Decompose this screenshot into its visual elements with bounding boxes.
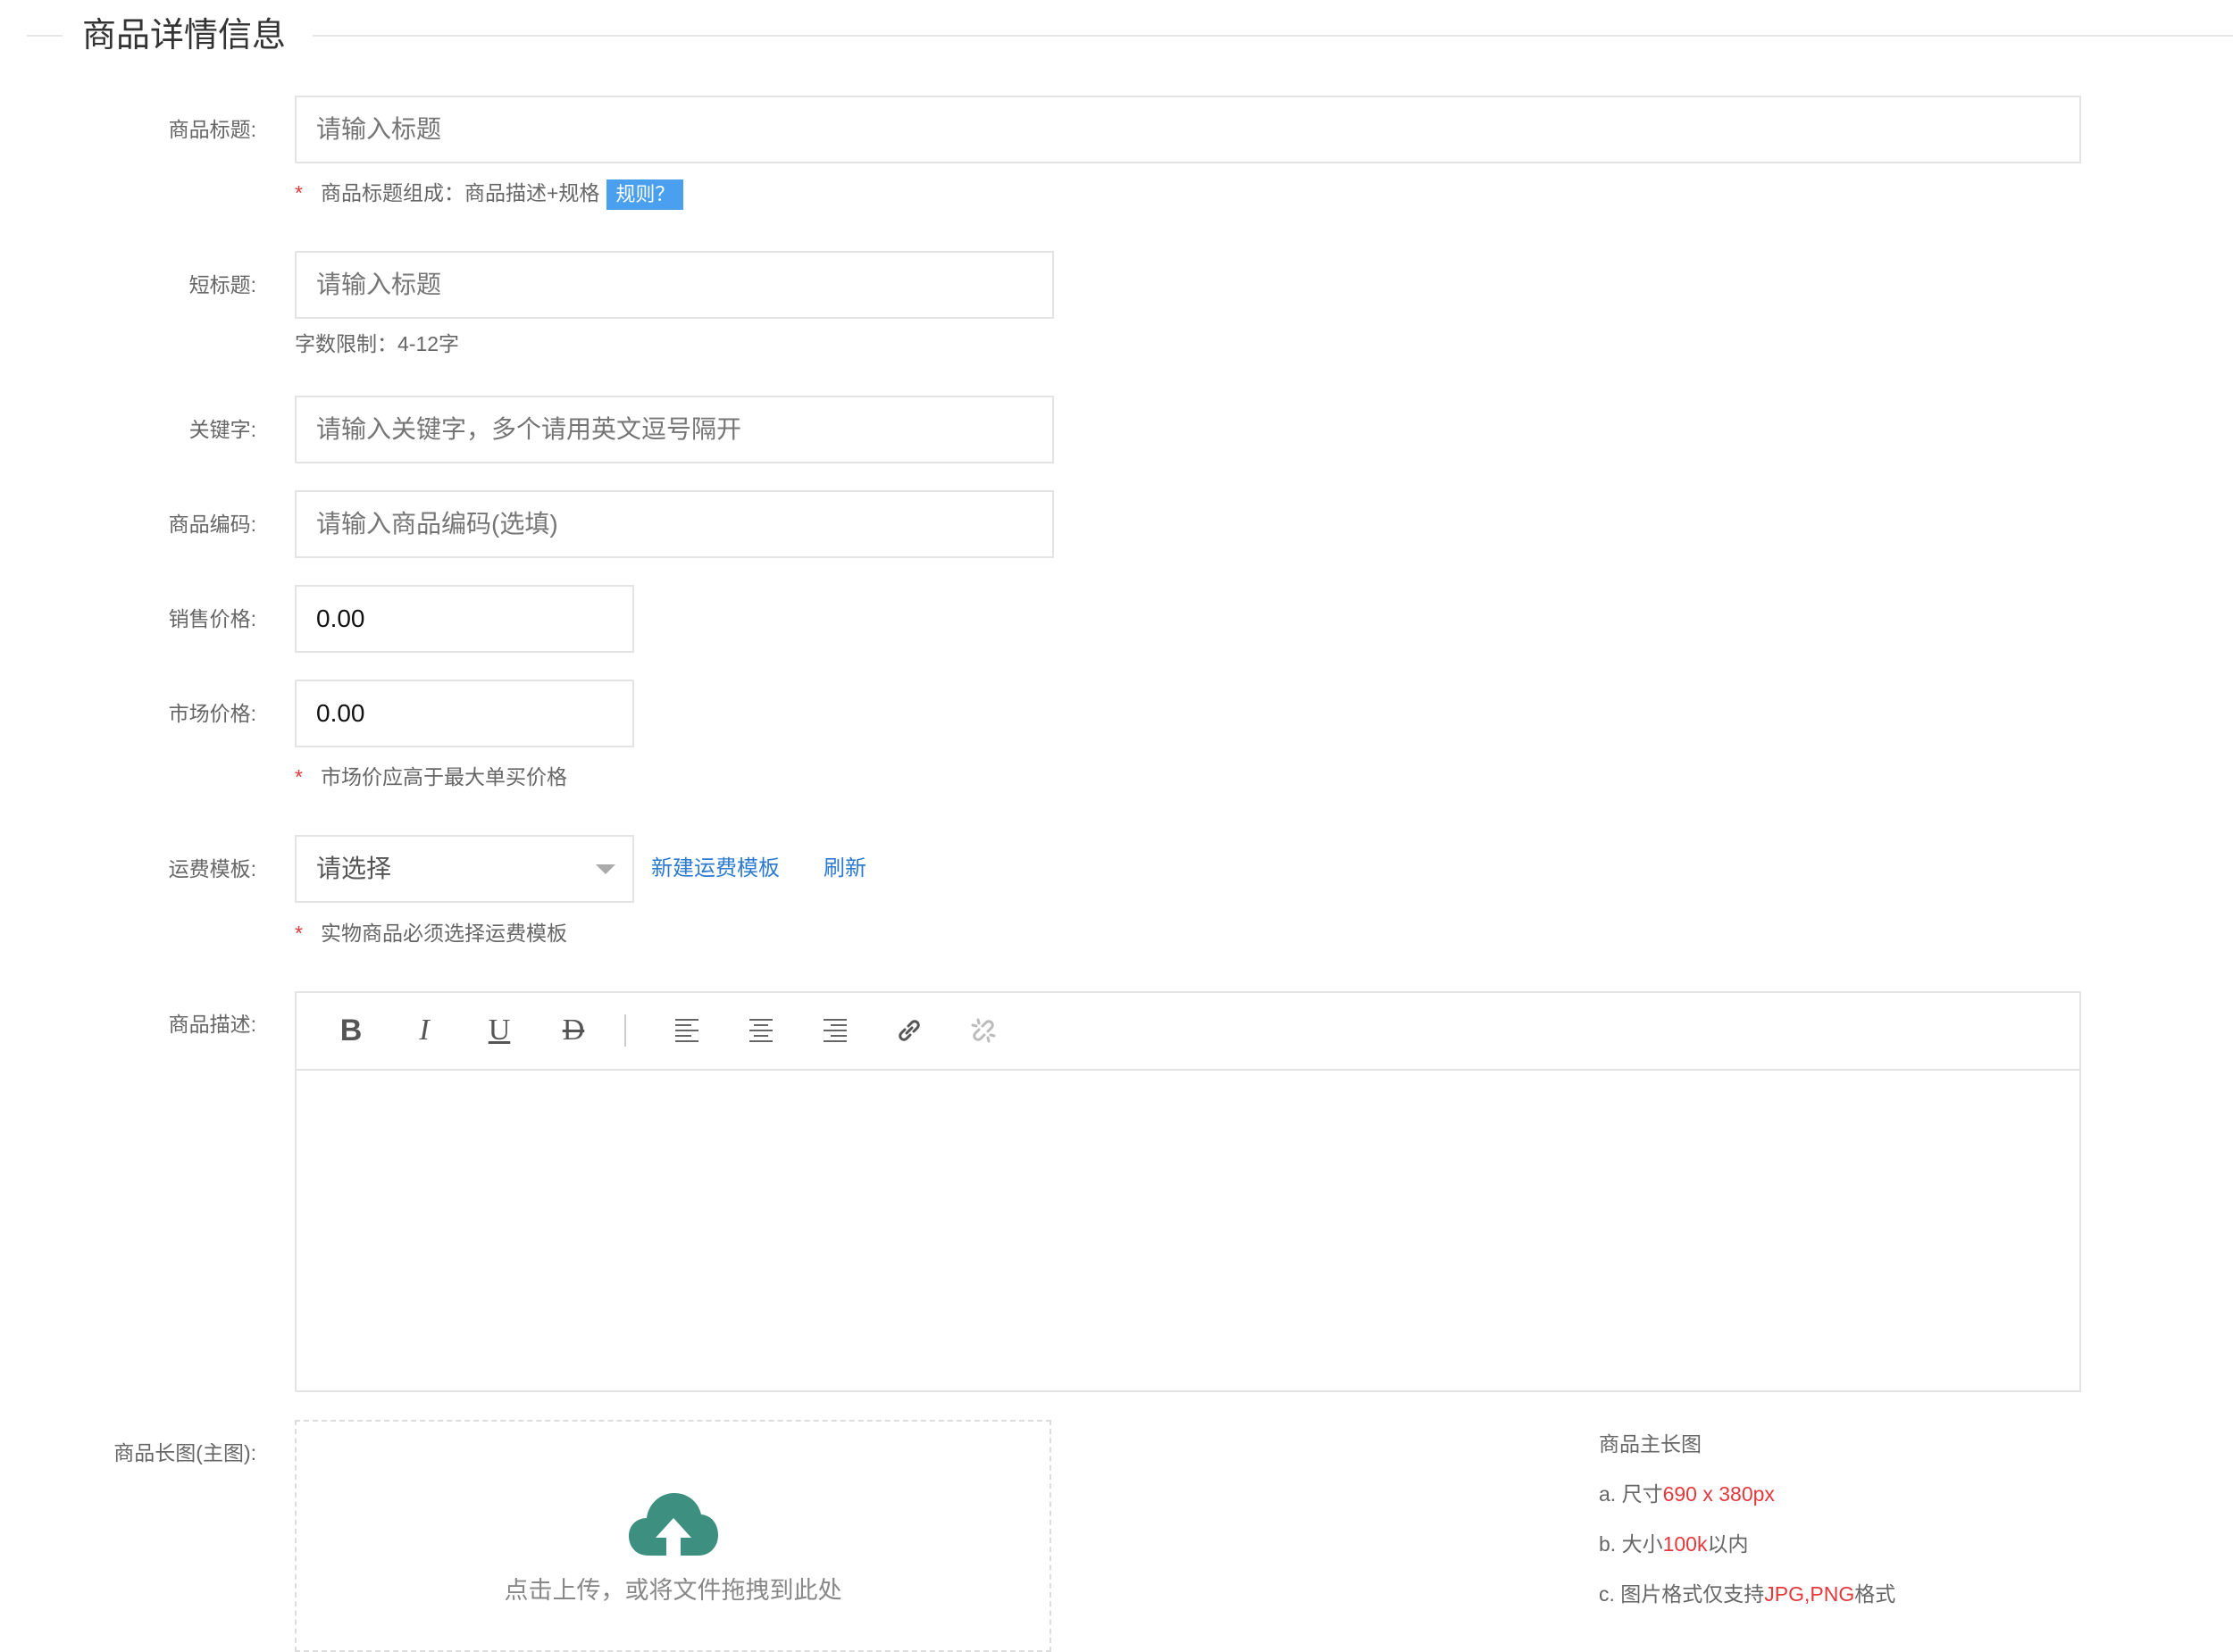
tip-a-prefix: a. 尺寸 — [1599, 1482, 1663, 1506]
tip-b-value: 100k — [1662, 1532, 1708, 1556]
align-center-icon[interactable] — [739, 1011, 783, 1050]
shipping-label: 运费模板: — [168, 857, 256, 880]
section-divider-right — [313, 35, 2233, 37]
title-input[interactable] — [295, 96, 2081, 163]
sale-price-input[interactable] — [295, 585, 634, 653]
shipping-select[interactable]: 请选择 — [295, 835, 634, 903]
shipping-selected-value: 请选择 — [316, 855, 392, 882]
underline-icon[interactable]: U — [477, 1011, 522, 1050]
title-label: 商品标题: — [168, 118, 256, 141]
image-upload-dropzone[interactable]: 点击上传，或将文件拖拽到此处 — [295, 1420, 1051, 1652]
upload-instruction: 点击上传，或将文件拖拽到此处 — [504, 1577, 842, 1604]
toolbar-separator — [624, 1014, 626, 1047]
strikethrough-icon[interactable]: D — [551, 1011, 596, 1050]
short-title-hint: 字数限制：4-12字 — [295, 332, 460, 355]
rule-button[interactable]: 规则？ — [606, 179, 684, 210]
italic-icon[interactable]: I — [402, 1011, 447, 1050]
tip-c-suffix: 格式 — [1854, 1582, 1896, 1606]
title-hint-text: 商品标题组成：商品描述+规格 — [320, 181, 600, 205]
rich-text-editor: B I U D — [295, 991, 2081, 1392]
image-tip-filesize: b. 大小100k以内 — [1599, 1531, 1748, 1557]
title-hint: * 商品标题组成：商品描述+规格 规则？ — [295, 179, 684, 210]
short-title-input[interactable] — [295, 251, 1054, 319]
image-tips-title: 商品主长图 — [1599, 1432, 1702, 1456]
image-tip-size: a. 尺寸690 x 380px — [1599, 1481, 1775, 1507]
code-label: 商品编码: — [168, 513, 256, 536]
code-input[interactable] — [295, 490, 1054, 558]
required-star: * — [295, 922, 303, 945]
tip-c-value: JPG,PNG — [1764, 1582, 1855, 1606]
market-price-hint-text: 市场价应高于最大单买价格 — [320, 765, 567, 788]
description-label: 商品描述: — [168, 1013, 256, 1036]
keywords-label: 关键字: — [188, 418, 256, 441]
keywords-input[interactable] — [295, 396, 1054, 463]
refresh-link[interactable]: 刷新 — [824, 855, 866, 882]
image-tip-format: c. 图片格式仅支持JPG,PNG格式 — [1599, 1581, 1895, 1607]
tip-c-prefix: c. 图片格式仅支持 — [1599, 1582, 1765, 1606]
tip-a-value: 690 x 380px — [1662, 1482, 1775, 1506]
editor-toolbar: B I U D — [297, 993, 2079, 1071]
shipping-hint: * 实物商品必须选择运费模板 — [295, 920, 567, 947]
chevron-down-icon — [596, 864, 615, 874]
bold-icon[interactable]: B — [329, 1011, 373, 1050]
required-star: * — [295, 181, 303, 205]
align-right-icon[interactable] — [813, 1011, 857, 1050]
sale-price-label: 销售价格: — [168, 607, 256, 630]
shipping-hint-text: 实物商品必须选择运费模板 — [320, 922, 567, 945]
tip-b-suffix: 以内 — [1707, 1532, 1749, 1556]
market-price-label: 市场价格: — [168, 702, 256, 725]
market-price-input[interactable] — [295, 680, 634, 747]
unlink-icon[interactable] — [961, 1011, 1006, 1050]
cloud-upload-icon — [627, 1491, 720, 1557]
short-title-label: 短标题: — [188, 273, 256, 296]
long-image-label: 商品长图(主图): — [113, 1441, 256, 1464]
section-title: 商品详情信息 — [82, 17, 287, 54]
required-star: * — [295, 765, 303, 788]
section-divider-left — [27, 35, 63, 37]
align-left-icon[interactable] — [665, 1011, 709, 1050]
link-icon[interactable] — [887, 1011, 932, 1050]
market-price-hint: * 市场价应高于最大单买价格 — [295, 763, 567, 790]
tip-b-prefix: b. 大小 — [1599, 1532, 1663, 1556]
new-shipping-template-link[interactable]: 新建运费模板 — [651, 855, 780, 882]
